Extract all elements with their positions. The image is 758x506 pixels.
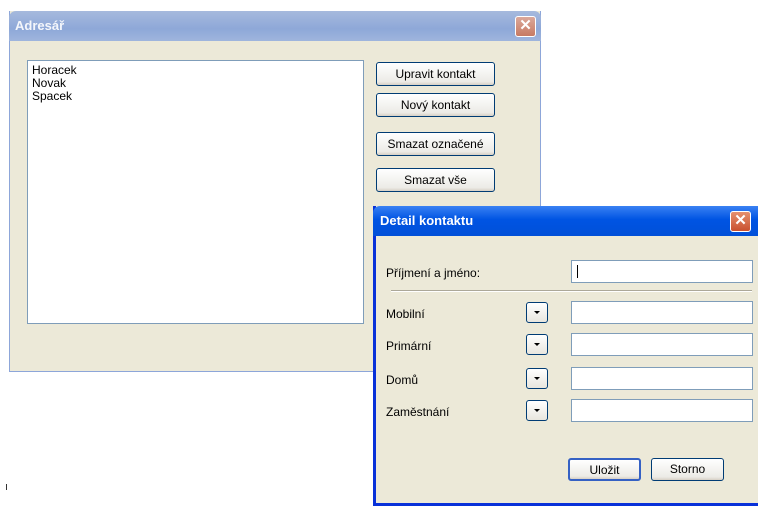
name-label: Příjmení a jméno: bbox=[386, 266, 481, 280]
detail-close-button[interactable]: ✕ bbox=[730, 211, 751, 232]
text-caret bbox=[577, 265, 578, 278]
list-item[interactable]: Spacek bbox=[32, 90, 359, 103]
chevron-down-icon bbox=[534, 409, 540, 412]
detail-title: Detail kontaktu bbox=[380, 213, 474, 228]
stray-mark bbox=[6, 484, 7, 490]
phone-label-home: Domů bbox=[386, 373, 419, 387]
chevron-down-icon bbox=[534, 377, 540, 380]
delete-all-button[interactable]: Smazat vše bbox=[376, 168, 495, 192]
phone-type-dropdown-mobile[interactable] bbox=[526, 302, 548, 323]
addressbook-title: Adresář bbox=[15, 18, 65, 33]
close-icon: ✕ bbox=[519, 17, 532, 34]
phone-label-primary: Primární bbox=[386, 339, 432, 353]
phone-input-mobile[interactable] bbox=[571, 301, 753, 324]
delete-selected-button[interactable]: Smazat označené bbox=[376, 132, 495, 156]
phone-label-mobile: Mobilní bbox=[386, 307, 425, 321]
chevron-down-icon bbox=[534, 311, 540, 314]
separator bbox=[391, 290, 752, 292]
list-item[interactable]: Horacek bbox=[32, 64, 359, 77]
cancel-button[interactable]: Storno bbox=[651, 458, 724, 481]
addressbook-close-button[interactable]: ✕ bbox=[515, 16, 536, 37]
phone-input-home[interactable] bbox=[571, 367, 753, 390]
list-item[interactable]: Novak bbox=[32, 77, 359, 90]
close-icon: ✕ bbox=[734, 212, 747, 229]
phone-label-work: Zaměstnání bbox=[386, 405, 450, 419]
contact-detail-window: Detail kontaktu ✕ Příjmení a jméno: Mobi… bbox=[373, 206, 758, 506]
contacts-listbox[interactable]: Horacek Novak Spacek bbox=[27, 60, 364, 324]
detail-titlebar[interactable]: Detail kontaktu ✕ bbox=[373, 206, 758, 236]
phone-input-work[interactable] bbox=[571, 399, 753, 422]
new-contact-button[interactable]: Nový kontakt bbox=[376, 93, 495, 117]
phone-type-dropdown-home[interactable] bbox=[526, 368, 548, 389]
name-input[interactable] bbox=[571, 260, 753, 283]
edit-contact-button[interactable]: Upravit kontakt bbox=[376, 62, 495, 86]
save-button[interactable]: Uložit bbox=[568, 458, 641, 481]
phone-input-primary[interactable] bbox=[571, 333, 753, 356]
phone-type-dropdown-primary[interactable] bbox=[526, 334, 548, 355]
phone-type-dropdown-work[interactable] bbox=[526, 400, 548, 421]
chevron-down-icon bbox=[534, 343, 540, 346]
addressbook-titlebar[interactable]: Adresář ✕ bbox=[9, 11, 541, 41]
